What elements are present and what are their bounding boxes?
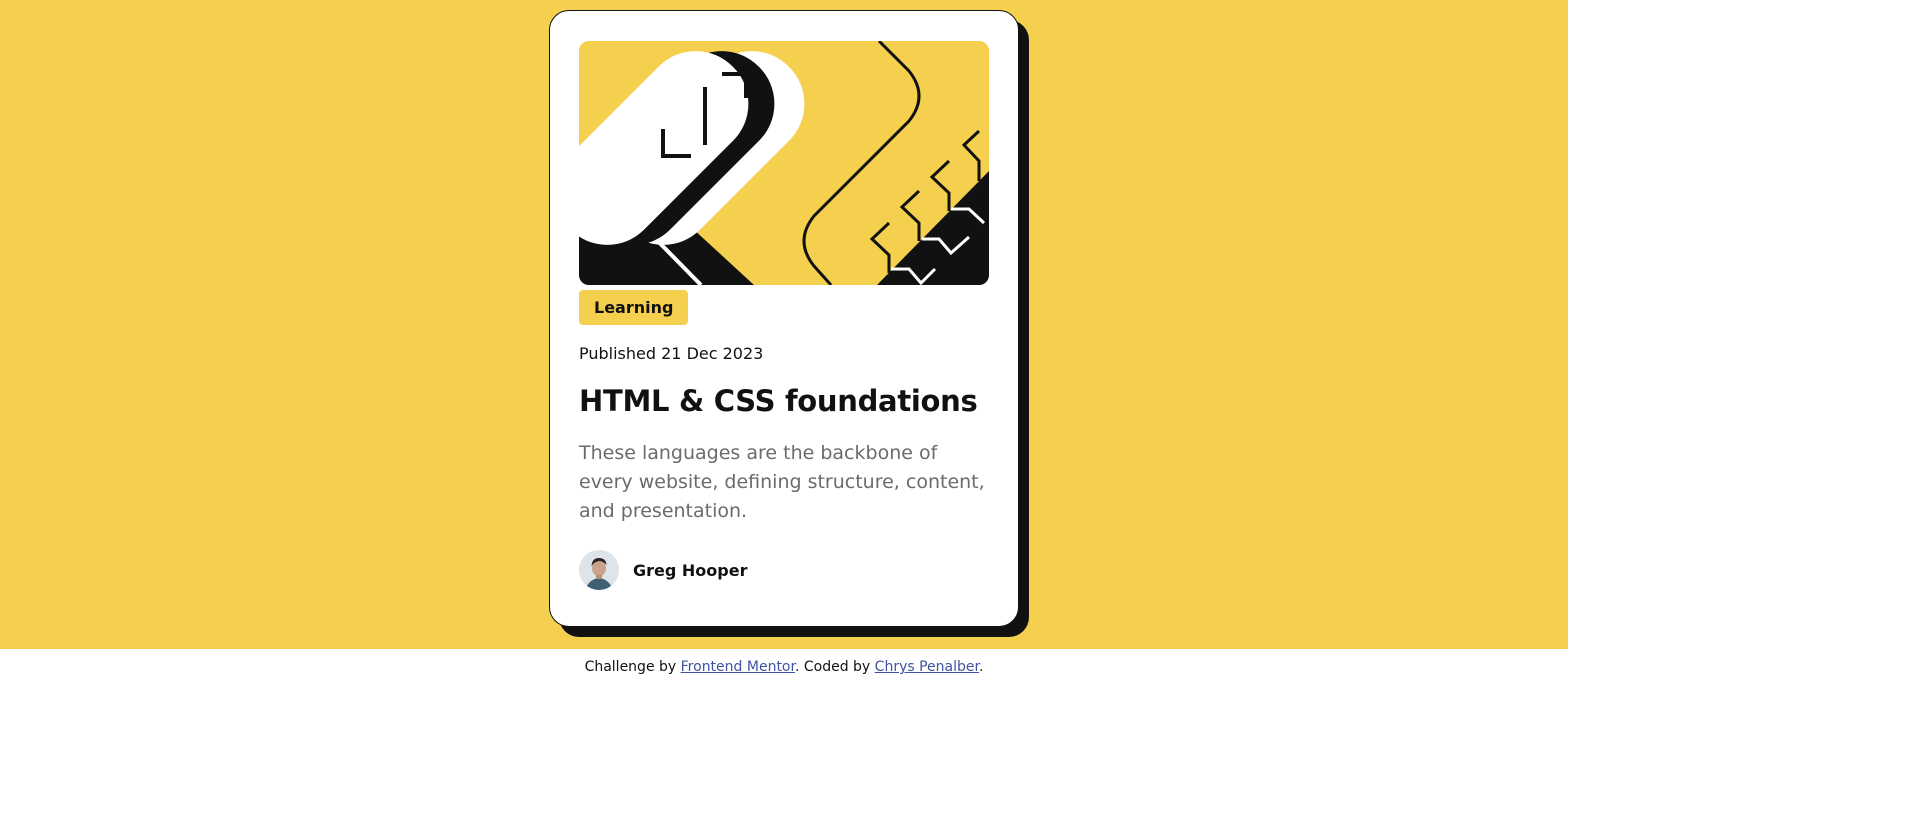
author-block: Greg Hooper bbox=[579, 550, 747, 590]
avatar bbox=[579, 550, 619, 590]
attribution-middle: . Coded by bbox=[794, 659, 875, 675]
page-background: Learning Published 21 Dec 2023 HTML & CS… bbox=[0, 0, 1568, 649]
category-tag: Learning bbox=[579, 290, 689, 325]
card-description: These languages are the backbone of ever… bbox=[579, 442, 985, 522]
attribution-suffix: . bbox=[978, 659, 984, 675]
attribution-prefix: Challenge by bbox=[584, 659, 681, 675]
blog-preview-card: Learning Published 21 Dec 2023 HTML & CS… bbox=[549, 10, 1019, 627]
hero-illustration bbox=[579, 41, 989, 285]
frontend-mentor-link[interactable]: Frontend Mentor bbox=[681, 659, 795, 675]
card-title[interactable]: HTML & CSS foundations bbox=[579, 381, 978, 421]
attribution-footer: Challenge by Frontend Mentor. Coded by C… bbox=[0, 649, 1568, 686]
published-date: Published 21 Dec 2023 bbox=[579, 344, 764, 363]
author-link[interactable]: Chrys Penalber bbox=[875, 659, 979, 675]
author-name: Greg Hooper bbox=[633, 560, 748, 580]
